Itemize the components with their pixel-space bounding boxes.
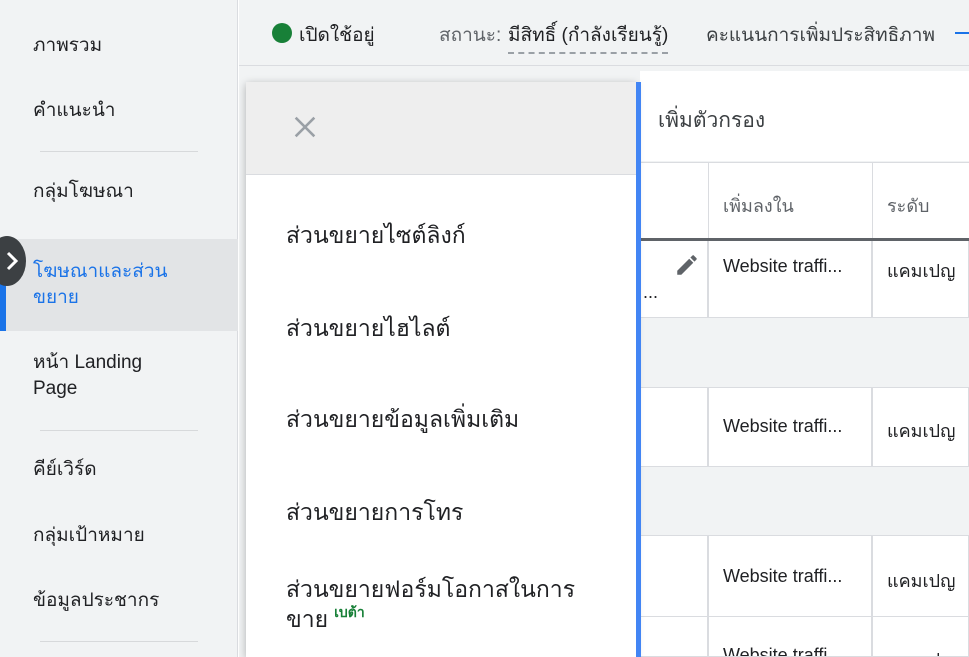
sidebar-item-landing-pages[interactable]: หน้า Landing Page: [0, 350, 238, 406]
column-header-label: ระดับ: [887, 196, 930, 216]
menu-scroll-indicator: [636, 82, 641, 657]
sidebar-item-label-line2: ขยาย: [33, 287, 79, 308]
sidebar-item-label: กลุ่มเป้าหมาย: [33, 525, 145, 546]
table-row-cell: แคมเปญ: [872, 535, 969, 617]
status-dot-icon: [272, 23, 292, 43]
table-row-cell: แคมเปญ: [872, 241, 969, 318]
menu-item-label: ส่วนขยายไฮไลต์: [286, 315, 451, 341]
table-row-cell: Website traffi...: [708, 617, 872, 657]
menu-item-sitelink-extension[interactable]: ส่วนขยายไซต์ลิงก์: [286, 220, 606, 250]
sidebar-nav: ภาพรวม คำแนะนำ กลุ่มโฆษณา โฆษณาและส่วน ข…: [0, 0, 238, 657]
menu-item-label: ส่วนขยายไซต์ลิงก์: [286, 222, 466, 248]
table-row-cell: แคมเปญ: [872, 617, 969, 657]
extension-type-menu: ส่วนขยายไซต์ลิงก์ ส่วนขยายไฮไลต์ ส่วนขยา…: [246, 82, 636, 657]
table-row-cell: [640, 387, 708, 467]
sidebar-item-label: ภาพรวม: [33, 35, 103, 56]
column-header-added-to[interactable]: เพิ่มลงใน: [708, 162, 872, 240]
beta-badge: เบต้า: [334, 604, 365, 620]
sidebar-divider: [40, 430, 198, 431]
sidebar-item-recommendations[interactable]: คำแนะนำ: [0, 98, 238, 126]
close-icon[interactable]: [291, 113, 319, 141]
level-value: แคมเปญ: [887, 645, 955, 656]
table-row-cell: [640, 535, 708, 617]
sidebar-item-ad-groups[interactable]: กลุ่มโฆษณา: [0, 179, 238, 207]
chevron-right-icon: [6, 251, 19, 271]
added-to-value: Website traffi...: [723, 566, 843, 586]
sidebar-item-overview[interactable]: ภาพรวม: [0, 33, 238, 61]
level-value: แคมเปญ: [887, 571, 956, 591]
menu-item-label-line2: ขาย: [286, 606, 329, 632]
sidebar-item-label: หน้า Landing: [33, 352, 143, 373]
filter-bar: เพิ่มตัวกรอง: [640, 71, 969, 161]
sidebar-item-label: ข้อมูลประชากร: [33, 590, 160, 611]
truncated-text: ...: [643, 282, 659, 302]
menu-item-call-extension[interactable]: ส่วนขยายการโทร: [286, 497, 606, 527]
column-header-level[interactable]: ระดับ: [872, 162, 969, 240]
add-filter-button[interactable]: เพิ่มตัวกรอง: [658, 104, 765, 137]
added-to-value: Website traffi...: [723, 416, 843, 436]
sidebar-item-ads-extensions[interactable]: โฆษณาและส่วน ขยาย: [0, 239, 238, 331]
column-header-label: เพิ่มลงใน: [723, 196, 794, 216]
sidebar-item-audiences[interactable]: กลุ่มเป้าหมาย: [0, 523, 238, 551]
sidebar-divider: [40, 641, 198, 642]
level-value: แคมเปญ: [887, 261, 956, 281]
added-to-value: Website traffi...: [723, 256, 843, 276]
optimization-score-bar: [955, 32, 969, 34]
menu-item-label: ส่วนขยายข้อมูลเพิ่มเติม: [286, 406, 520, 432]
sidebar-item-label: คำแนะนำ: [33, 100, 116, 121]
table-row-cell: Website traffi...: [708, 241, 872, 318]
level-value: แคมเปญ: [887, 421, 956, 441]
status-value[interactable]: มีสิทธิ์ (กำลังเรียนรู้): [508, 20, 669, 54]
campaign-state[interactable]: เปิดใช้อยู่: [299, 20, 375, 50]
menu-item-label: ส่วนขยายการโทร: [286, 499, 464, 525]
sidebar-item-label-line2: Page: [33, 378, 78, 399]
added-to-value: Website traffi...: [723, 645, 843, 657]
column-header-blank: [640, 162, 708, 240]
sidebar-item-demographics[interactable]: ข้อมูลประชากร: [0, 588, 238, 616]
sidebar-item-keywords[interactable]: คีย์เวิร์ด: [0, 457, 238, 485]
sidebar-divider: [40, 151, 198, 152]
table-row-cell: Website traffi...: [708, 387, 872, 467]
menu-item-callout-extension[interactable]: ส่วนขยายไฮไลต์: [286, 313, 606, 343]
sidebar-item-label: โฆษณาและส่วน: [33, 261, 168, 282]
table-row-cell: แคมเปญ: [872, 387, 969, 467]
menu-item-lead-form-extension[interactable]: ส่วนขยายฟอร์มโอกาสในการ ขาย เบต้า: [286, 574, 606, 637]
sidebar-item-label: คีย์เวิร์ด: [33, 459, 97, 480]
optimization-score-label[interactable]: คะแนนการเพิ่มประสิทธิภาพ: [706, 20, 935, 50]
pencil-icon[interactable]: [674, 252, 700, 278]
menu-item-structured-snippet-extension[interactable]: ส่วนขยายข้อมูลเพิ่มเติม: [286, 404, 606, 434]
table-row-cell: Website traffi...: [708, 535, 872, 617]
status-label: สถานะ:: [439, 25, 502, 46]
campaign-status-bar: เปิดใช้อยู่ สถานะ: มีสิทธิ์ (กำลังเรียนร…: [239, 0, 969, 66]
table-row-cell: [640, 617, 708, 657]
sidebar-item-label: กลุ่มโฆษณา: [33, 181, 134, 202]
menu-item-label: ส่วนขยายฟอร์มโอกาสในการ: [286, 576, 576, 602]
menu-header: [246, 82, 636, 175]
